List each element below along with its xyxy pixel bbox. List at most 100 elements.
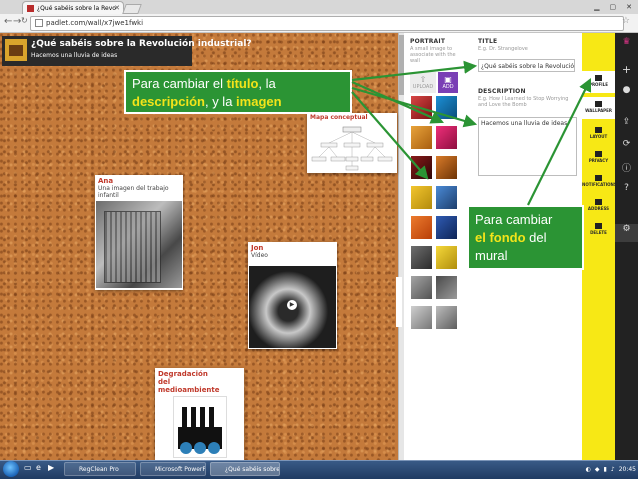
portrait-thumbnail[interactable] [436,216,457,239]
crown-icon[interactable]: ♛ [615,37,638,47]
wall-portrait-icon [5,39,27,61]
tray-icon[interactable]: ◐ [586,466,591,473]
menu-layout[interactable]: LAYOUT [582,123,615,139]
explorer-icon[interactable]: ▭ [24,463,32,472]
maximize-icon[interactable]: ▢ [610,3,617,11]
bookmark-star-icon[interactable]: ☆ [622,16,630,26]
network-icon[interactable]: ▮ [604,466,607,473]
menu-label: PRIVACY [588,158,609,163]
tray-icon[interactable]: ◆ [595,466,600,473]
add-button[interactable]: ▣ ADD [438,72,458,93]
concept-map-image [311,126,393,171]
user-icon[interactable]: ● [615,85,638,95]
system-tray: ◐ ◆ ▮ ♪ 20:45 [586,463,636,475]
reload-icon[interactable]: ↻ [21,16,28,25]
help-icon[interactable]: ? [615,183,638,193]
callout-text: Para cambiar [475,212,553,227]
portrait-thumbnail[interactable] [411,276,432,299]
link-icon [595,199,602,205]
portrait-thumbnail[interactable] [411,96,432,119]
menu-privacy[interactable]: PRIVACY [582,147,615,163]
ie-icon[interactable]: e [36,463,41,472]
portrait-thumbnail[interactable] [436,246,457,269]
menu-label: LAYOUT [589,134,608,139]
post-partial[interactable] [396,277,402,327]
post-degradacion[interactable]: Degradación del medioambiente [155,368,244,460]
portrait-thumbnail[interactable] [436,186,457,209]
portrait-thumbnail[interactable] [411,156,432,179]
post-ana[interactable]: Ana Una imagen del trabajo infantil [95,175,183,290]
taskbar-item[interactable]: Microsoft PowerPoi... [140,462,206,476]
wall-title: ¿Qué sabéis sobre la Revolución industri… [31,39,252,49]
post-body: Vídeo [251,252,268,259]
image-icon: ▣ [444,75,452,84]
taskbar-item[interactable]: RegClean Pro [64,462,136,476]
portrait-thumbnail[interactable] [411,186,432,209]
portrait-thumbnail[interactable] [411,246,432,269]
menu-label: NOTIFICATIONS [582,182,617,187]
callout-highlight: título [226,76,259,91]
trash-icon [595,223,602,229]
padlet-side-toolbar: ♛ + ● ⇪ ⟳ ⓘ ? ⚙ [615,33,638,460]
title-input[interactable]: ¿Qué sabéis sobre la Revolución inc [478,59,575,72]
close-window-icon[interactable]: ✕ [626,3,632,11]
padlet-favicon-icon [27,5,34,12]
portrait-thumbnail[interactable] [436,96,457,119]
play-icon[interactable]: ▶ [287,300,297,310]
description-hint: E.g. How I Learned to Stop Worrying and … [478,96,569,108]
wall-header[interactable]: ¿Qué sabéis sobre la Revolución industri… [2,36,252,66]
menu-address[interactable]: ADDRESS [582,195,615,211]
media-icon[interactable]: ▶ [48,463,54,472]
title-label: TITLE [478,38,498,45]
wallpaper-icon [595,101,602,107]
menu-wallpaper[interactable]: WALLPAPER [582,97,615,119]
clock[interactable]: 20:45 [619,466,636,473]
info-icon[interactable]: ⓘ [615,161,638,174]
upload-icon: ⇧ [419,75,427,84]
portrait-thumbnail[interactable] [411,216,432,239]
callout-wallpaper: Para cambiar el fondo del mural [467,205,584,270]
callout-text: , y la [204,94,237,109]
profile-icon [595,75,602,81]
post-title: Degradación del medioambiente [158,370,220,394]
portrait-thumbnail[interactable] [436,126,457,149]
lock-icon [595,151,602,157]
portrait-thumbnail[interactable] [436,276,457,299]
volume-icon[interactable]: ♪ [611,466,615,473]
tab-title: ¿Qué sabéis sobre la Revo [37,5,116,12]
start-button[interactable] [3,461,19,477]
post-title: Jon [251,244,264,252]
menu-label: WALLPAPER [585,108,612,113]
post-mapa-conceptual[interactable]: Mapa conceptual [307,113,397,173]
callout-highlight: el fondo [475,230,526,245]
description-input[interactable]: Hacemos una lluvia de ideas [478,117,577,176]
minimize-icon[interactable]: ▁ [594,3,599,11]
portrait-thumbnail[interactable] [411,126,432,149]
refresh-icon[interactable]: ⟳ [615,139,638,149]
settings-menu: PROFILE WALLPAPER LAYOUT PRIVACY NOTIFIC… [582,33,617,460]
menu-label: DELETE [590,230,607,235]
browser-tab[interactable]: ¿Qué sabéis sobre la Revo ✕ [22,1,124,15]
callout-highlight: descripción [132,94,205,109]
portrait-thumbnail[interactable] [436,156,457,179]
post-jon[interactable]: Jon Vídeo ▶ [248,242,337,349]
menu-label: ADDRESS [587,206,610,211]
plus-icon[interactable]: + [615,63,638,76]
layout-icon [595,127,602,133]
menu-notifications[interactable]: NOTIFICATIONS [582,171,617,187]
callout-highlight: imagen [236,94,282,109]
portrait-thumbnail[interactable] [436,306,457,329]
mail-icon [595,175,602,181]
menu-profile[interactable]: PROFILE [582,71,615,93]
video-thumbnail[interactable]: ▶ [249,266,336,348]
taskbar-item[interactable]: ¿Qué sabéis sobre la... [210,462,280,476]
address-bar[interactable]: padlet.com/wall/x7jwe1fwki [30,16,624,31]
menu-delete[interactable]: DELETE [582,219,615,235]
portrait-thumbnail[interactable] [411,306,432,329]
share-icon[interactable]: ⇪ [615,117,638,127]
description-label: DESCRIPTION [478,88,526,95]
gear-icon[interactable]: ⚙ [615,224,638,242]
back-icon[interactable]: ← [4,16,12,27]
upload-button[interactable]: ⇧ UPLOAD [410,72,436,93]
portrait-hint: A small image to associate with the wall [410,46,456,64]
